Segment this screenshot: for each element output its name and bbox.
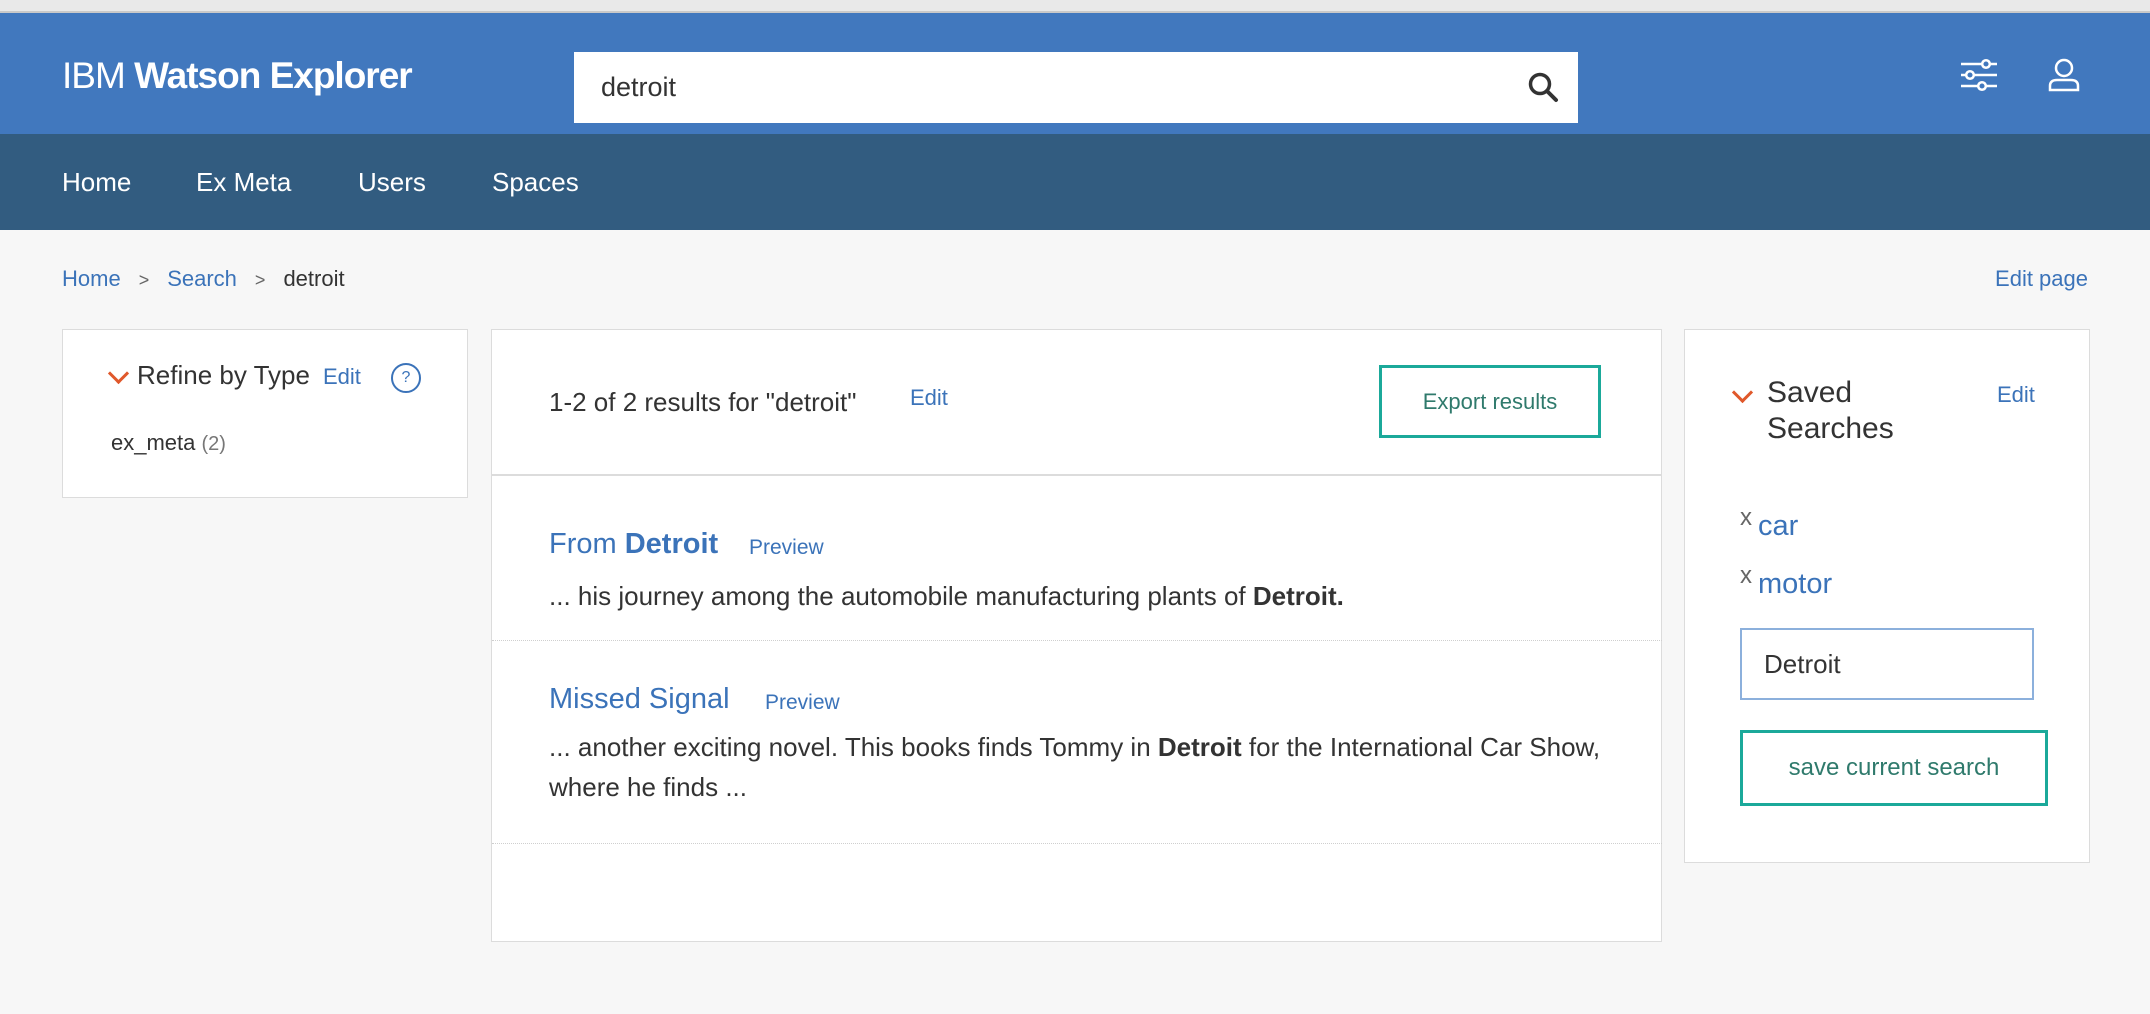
user-icon[interactable]	[2041, 52, 2087, 98]
nav-item-home[interactable]: Home	[62, 134, 131, 230]
window-top-strip	[0, 0, 2150, 13]
main-nav: Home Ex Meta Users Spaces	[0, 134, 2150, 230]
saved-search-item: x car	[1740, 504, 1798, 543]
breadcrumb-home[interactable]: Home	[62, 266, 121, 291]
sliders-icon[interactable]	[1956, 52, 2002, 98]
save-search-name-input[interactable]	[1740, 628, 2034, 700]
result-title-prefix: From	[549, 528, 625, 560]
refine-edit-link[interactable]: Edit	[323, 364, 361, 390]
saved-search-item: x motor	[1740, 562, 1832, 601]
snippet-highlight: Detroit.	[1252, 581, 1344, 611]
logo-product: Watson Explorer	[134, 55, 413, 96]
results-summary: 1-2 of 2 results for "detroit"	[549, 387, 857, 417]
results-edit-link[interactable]: Edit	[910, 385, 948, 411]
app-logo[interactable]: IBM Watson Explorer	[62, 55, 413, 97]
snippet-highlight: Detroit	[1157, 732, 1242, 762]
chevron-down-icon[interactable]	[1731, 381, 1754, 404]
result-title[interactable]: From Detroit	[549, 528, 718, 561]
app-header: IBM Watson Explorer	[0, 13, 2150, 134]
results-header: 1-2 of 2 results for "detroit" Edit Expo…	[492, 330, 1662, 476]
breadcrumb: Home > Search > detroit	[62, 266, 345, 292]
saved-search-link[interactable]: motor	[1758, 568, 1832, 600]
breadcrumb-current: detroit	[283, 266, 345, 291]
preview-link[interactable]: Preview	[749, 536, 824, 560]
search-icon[interactable]	[1526, 70, 1560, 104]
refine-title-text: Refine by Type	[137, 360, 310, 390]
snippet-text: ... another exciting novel. This books f…	[549, 732, 1158, 762]
result-item: From Detroit Preview ... his journey amo…	[492, 476, 1662, 641]
preview-link[interactable]: Preview	[765, 691, 840, 715]
edit-page-link[interactable]: Edit page	[1995, 266, 2088, 292]
nav-item-ex-meta[interactable]: Ex Meta	[196, 134, 291, 230]
remove-saved-search[interactable]: x	[1740, 504, 1752, 531]
nav-item-users[interactable]: Users	[358, 134, 426, 230]
breadcrumb-search[interactable]: Search	[167, 266, 237, 291]
help-icon[interactable]: ?	[391, 363, 421, 393]
facet-count: (2)	[201, 433, 226, 455]
results-panel: 1-2 of 2 results for "detroit" Edit Expo…	[491, 329, 1662, 942]
result-snippet: ... his journey among the automobile man…	[549, 576, 1609, 616]
result-title[interactable]: Missed Signal	[549, 683, 730, 716]
result-snippet: ... another exciting novel. This books f…	[549, 727, 1609, 807]
breadcrumb-separator: >	[254, 270, 266, 290]
result-title-highlight: Detroit	[624, 528, 719, 560]
search-bar	[574, 52, 1578, 123]
search-input[interactable]	[574, 52, 1494, 123]
chevron-down-icon[interactable]	[107, 362, 130, 385]
nav-item-spaces[interactable]: Spaces	[492, 134, 579, 230]
facet-label: ex_meta	[111, 430, 196, 455]
facet-item[interactable]: ex_meta (2)	[111, 430, 226, 456]
breadcrumb-separator: >	[138, 270, 150, 290]
refine-panel: Refine by Type Edit ? ex_meta (2)	[62, 329, 468, 498]
saved-searches-title-text: Saved Searches	[1767, 376, 1894, 445]
saved-searches-panel: Saved Searches Edit xcar xmotor save cur…	[1684, 329, 2090, 863]
export-results-button[interactable]: Export results	[1379, 365, 1601, 438]
result-item: Missed Signal Preview ... another exciti…	[492, 641, 1662, 844]
logo-ibm: IBM	[62, 55, 126, 96]
saved-searches-edit-link[interactable]: Edit	[1997, 382, 2035, 408]
snippet-text: ... his journey among the automobile man…	[549, 581, 1253, 611]
remove-saved-search[interactable]: x	[1740, 562, 1752, 589]
save-current-search-button[interactable]: save current search	[1740, 730, 2048, 806]
saved-search-link[interactable]: car	[1758, 510, 1798, 542]
result-title-prefix: Missed Signal	[549, 683, 730, 715]
